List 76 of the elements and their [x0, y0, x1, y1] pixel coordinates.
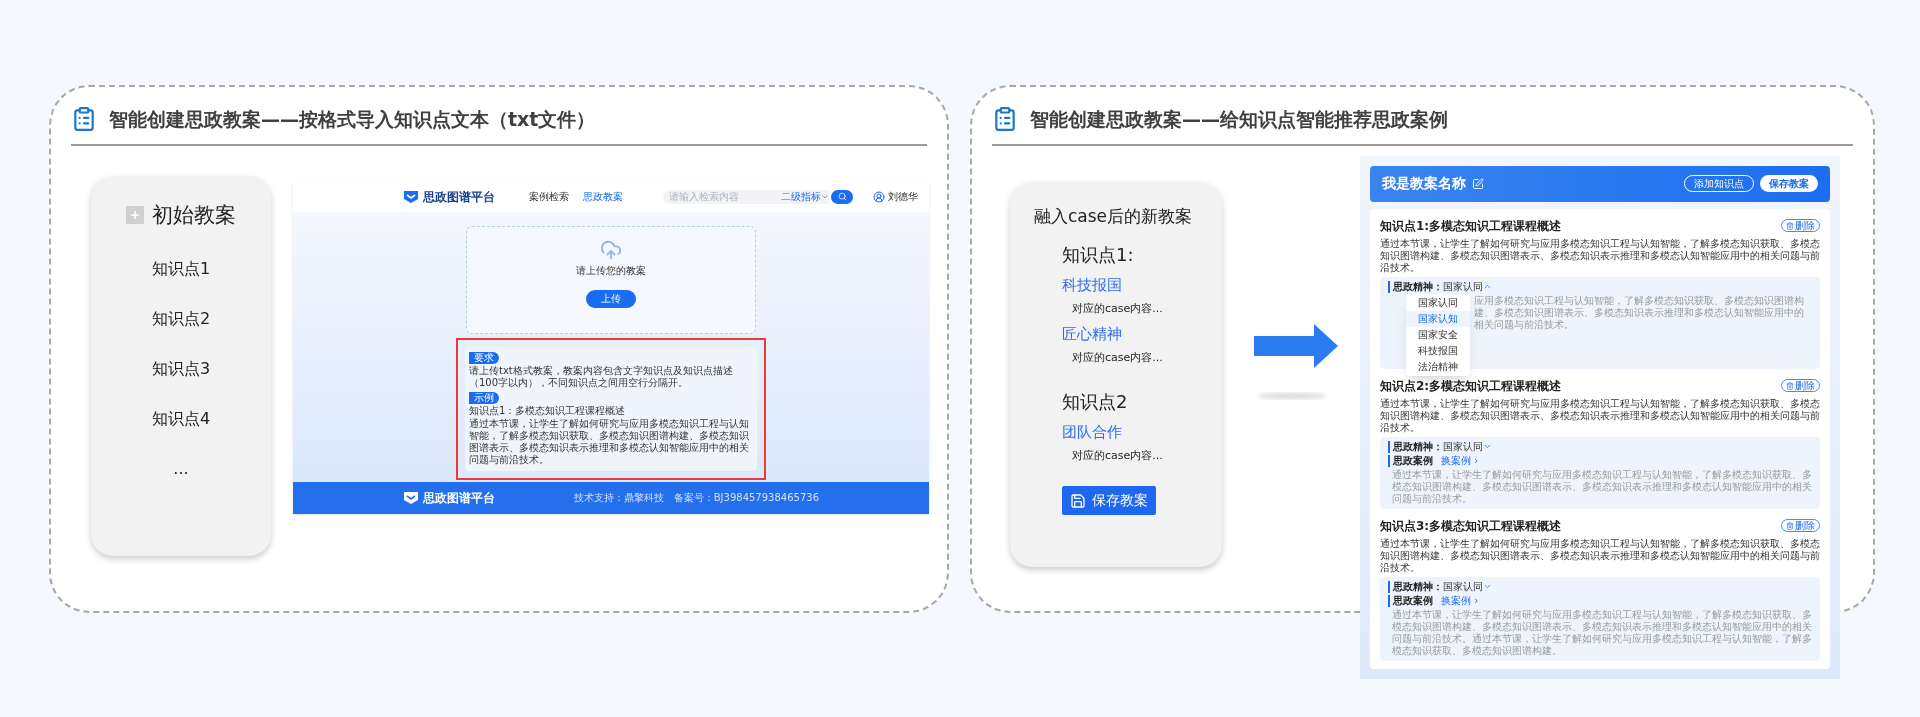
case-content: 对应的case内容... [1071, 349, 1164, 366]
swap-case-link[interactable]: 换案例 › [1441, 454, 1479, 467]
logo-text: 思政图谱平台 [423, 489, 495, 507]
panel-title: 智能创建思政教案——按格式导入知识点文本（txt文件） [109, 107, 596, 132]
case-text: 通过本节课，让学生了解如何研究与应用多模态知识工程与认知智能，了解多模态知识获取、多模态知识图谱构建、多模态知识图谱表示、多模态知识表示推理和多模态认知智能应用中的相关问题与前沿技术。 [1391, 468, 1812, 505]
point-description: 通过本节课，让学生了解如何研究与应用多模态知识工程与认知智能，了解多模态知识获取、多模态知识图谱构建、多模态知识图谱表示、多模态知识表示推理和多模态认知智能应用中的相关问题与前沿技术。 [1380, 537, 1820, 574]
trash-icon [1786, 221, 1794, 230]
requirement-tag: 要求 [469, 351, 499, 364]
case-text: 通过本节课，让学生了解如何研究与应用多模态知识工程与认知智能，了解多模态知识获取、多模态知识图谱构建、多模态知识图谱表示、多模态知识表示推理和多模态认知智能应用中的相关问题与前沿技术。通过本节课，让学生了解如何研究与应用多模态知识工程与认知智能，了解多模态知识获取、多模态知识图谱构建。 [1391, 608, 1812, 657]
case-name: 匠心精神 [1062, 324, 1123, 345]
point-title: 知识点1:多模态知识工程课程概述 [1380, 217, 1563, 235]
upload-hint: 请上传您的教案 [576, 263, 646, 278]
spirit-dropdown[interactable]: 国家认同 [1443, 580, 1492, 593]
case-text: 应用多模态知识工程与认知智能，了解多模态知识获取、多模态知识图谱构建、多模态知识图谱表示、多模态知识表示推理和多模态认知智能应用中的相关问题与前沿技术。 [1474, 294, 1805, 331]
lesson-name: 我是教案名称 [1382, 174, 1466, 193]
logo-icon [403, 490, 419, 505]
point-description: 通过本节课，让学生了解如何研究与应用多模态知识工程与认知智能，了解多模态知识获取、多模态知识图谱构建、多模态知识图谱表示、多模态知识表示推理和多模态认知智能应用中的相关问题与前沿技术。 [1380, 237, 1820, 274]
upload-area[interactable]: 请上传您的教案 上传 [466, 225, 756, 334]
cloud-upload-icon [598, 238, 624, 261]
requirement-text: 请上传txt格式教案，教案内容包含文字知识点及知识点描述（100字以内），不同知识点之间用空行分隔开。 [469, 364, 734, 389]
save-icon [1070, 492, 1086, 509]
point-description: 通过本节课，让学生了解如何研究与应用多模态知识工程与认知智能，了解多模态知识获取、多模态知识图谱构建、多模态知识图谱表示、多模态知识表示推理和多模态认知智能应用中的相关问题与前沿技术。 [1380, 397, 1820, 434]
point-heading: 知识点2 [1062, 390, 1129, 414]
chevron-down-icon [1483, 582, 1492, 591]
user-name[interactable]: 刘德华 [888, 189, 918, 204]
knowledge-point: ... [173, 458, 189, 480]
clipboard-icon [992, 105, 1018, 134]
dropdown-option[interactable]: 科技报国 [1406, 342, 1470, 359]
logo-text: 思政图谱平台 [423, 188, 495, 206]
knowledge-point: 知识点1 [151, 258, 211, 280]
spirit-label: 思政精神： [1388, 580, 1443, 593]
case-content: 对应的case内容... [1071, 447, 1164, 464]
dropdown-option[interactable]: 国家认同 [1406, 294, 1470, 311]
nav-link[interactable]: 思政教案 [583, 189, 623, 204]
filter-dropdown[interactable]: 二级指标 [781, 189, 829, 204]
card-heading: 融入case后的新教案 [1034, 204, 1194, 228]
requirement-tag: 示例 [469, 391, 499, 404]
chevron-down-icon [1483, 442, 1492, 451]
knowledge-point: 知识点4 [151, 408, 211, 430]
point-heading: 知识点1: [1062, 243, 1135, 267]
clipboard-icon [71, 105, 97, 134]
requirement-text: 知识点1：多模态知识工程课程概述 [469, 404, 627, 417]
point-title: 知识点2:多模态知识工程课程概述 [1380, 377, 1563, 395]
point-title: 知识点3:多模态知识工程课程概述 [1380, 517, 1563, 535]
swap-case-link[interactable]: 换案例 › [1441, 594, 1479, 607]
search-button[interactable] [831, 189, 853, 204]
chevron-up-icon [1483, 282, 1492, 291]
card-heading: 初始教案 [152, 201, 236, 229]
save-button[interactable]: 保存教案 [1062, 486, 1156, 515]
case-content: 对应的case内容... [1071, 300, 1164, 317]
dropdown-option[interactable]: 法治精神 [1406, 358, 1470, 375]
dropdown-option[interactable]: 国家认知 [1406, 310, 1470, 327]
support-text: 技术支持：鼎擎科技 [573, 491, 664, 505]
spirit-dropdown[interactable]: 国家认同 [1443, 440, 1492, 453]
knowledge-point: 知识点3 [151, 358, 211, 380]
trash-icon [1786, 381, 1794, 390]
case-label: 思政案例 [1388, 594, 1433, 607]
spirit-label: 思政精神： [1388, 280, 1443, 293]
logo-icon [403, 189, 419, 204]
trash-icon [1786, 521, 1794, 530]
spirit-dropdown[interactable]: 国家认同 [1443, 280, 1492, 293]
dropdown-option[interactable]: 国家安全 [1406, 326, 1470, 343]
edit-icon[interactable] [1472, 177, 1484, 190]
case-label: 思政案例 [1388, 454, 1433, 467]
search-icon [837, 192, 847, 201]
panel-title: 智能创建思政教案——给知识点智能推荐思政案例 [1030, 107, 1448, 132]
requirement-text: 通过本节课，让学生了解如何研究与应用多模态知识工程与认知智能，了解多模态知识获取、多模态知识图谱构建、多模态知识图谱表示、多模态知识表示推理和多模态认知智能应用中的相关问题与前沿技术。 [469, 417, 750, 466]
record-number: 备案号：BJ398457938465736 [673, 491, 819, 505]
nav-link[interactable]: 案例检索 [529, 189, 569, 204]
spirit-label: 思政精神： [1388, 440, 1443, 453]
case-name: 团队合作 [1062, 422, 1123, 443]
avatar-icon [873, 190, 885, 203]
case-name: 科技报国 [1062, 275, 1123, 296]
knowledge-point: 知识点2 [151, 308, 211, 330]
header-button[interactable]: 保存教案 [1760, 175, 1818, 192]
upload-button[interactable]: 上传 [586, 289, 636, 308]
